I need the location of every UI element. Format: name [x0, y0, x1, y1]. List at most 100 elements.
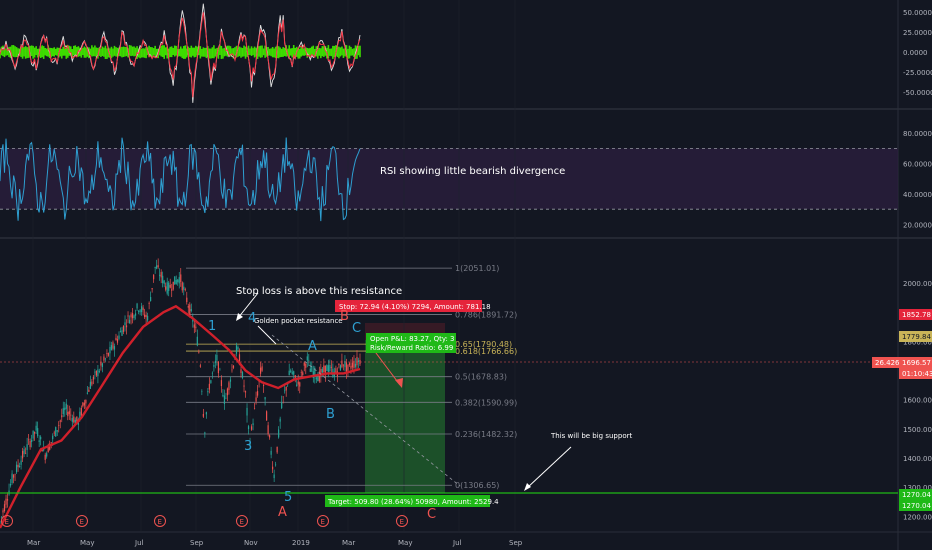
candle-body	[213, 364, 215, 367]
candle-body	[321, 368, 323, 373]
candle-body	[44, 454, 46, 460]
candle-body	[303, 362, 305, 366]
y-tick-label: 20.0000	[903, 221, 932, 229]
candle-body	[50, 442, 52, 443]
y-tick-label: 40.0000	[903, 191, 932, 199]
timer-text: 01:10:43	[902, 370, 932, 378]
candle-body	[97, 369, 99, 377]
candle-body	[154, 266, 156, 269]
wave-label: 5	[284, 490, 292, 505]
candle-body	[83, 402, 85, 406]
candle-body	[357, 360, 360, 362]
candle-body	[55, 427, 57, 437]
candle-body	[345, 362, 348, 373]
candle-body	[281, 402, 283, 409]
candle-body	[317, 377, 319, 382]
candle-body	[25, 452, 27, 454]
x-tick-label: Mar	[342, 539, 355, 547]
profit-zone[interactable]	[365, 340, 445, 493]
candle-body	[73, 416, 75, 423]
candle-body	[65, 403, 67, 409]
candle-body	[253, 408, 256, 409]
candle-body	[85, 399, 87, 404]
y-tick-label: 1600.00	[903, 397, 932, 405]
candle-body	[232, 365, 235, 368]
candle-body	[223, 395, 226, 405]
candle-body	[92, 376, 94, 380]
earnings-marker-label: E	[321, 518, 325, 526]
candle-body	[71, 418, 73, 422]
stop-price-text: 1852.78	[902, 311, 931, 319]
candle-body	[98, 371, 101, 373]
candle-body	[29, 440, 31, 448]
candle-body	[118, 335, 120, 339]
candle-body	[190, 309, 192, 311]
candle-body	[21, 451, 24, 459]
candle-body	[116, 339, 119, 343]
candle-body	[59, 420, 61, 422]
candle-body	[240, 369, 242, 373]
candle-body	[12, 475, 15, 478]
candle-body	[20, 460, 22, 465]
candle-body	[89, 381, 91, 389]
candle-body	[309, 368, 311, 372]
x-tick-label: 2019	[292, 539, 310, 547]
earnings-marker-label: E	[158, 518, 162, 526]
candle-body	[131, 312, 134, 319]
current-price-text: 1696.57	[902, 359, 931, 367]
candle-body	[103, 356, 105, 361]
candle-body	[231, 369, 233, 371]
candle-body	[11, 473, 13, 484]
candle-body	[259, 367, 262, 374]
candle-body	[15, 464, 18, 473]
candle-body	[266, 411, 268, 421]
candle-body	[171, 289, 173, 291]
candle-body	[101, 363, 104, 368]
candle-body	[196, 336, 198, 346]
candle-body	[284, 390, 286, 392]
y-tick-label: 1500.00	[903, 426, 932, 434]
support-note: This will be big support	[550, 432, 632, 440]
candle-body	[144, 314, 146, 318]
candle-body	[100, 362, 102, 366]
stop-loss-note: Stop loss is above this resistance	[236, 286, 402, 297]
y-tick-label: 60.0000	[903, 161, 932, 169]
candle-body	[293, 371, 295, 375]
candle-body	[184, 289, 186, 291]
candle-body	[177, 279, 179, 283]
x-tick-label: Jul	[452, 539, 462, 547]
candle-body	[127, 315, 129, 317]
fib-level-label: 1(2051.01)	[455, 264, 499, 273]
current-price-prefix: 26.426	[875, 359, 900, 367]
candle-body	[229, 379, 232, 382]
candle-body	[128, 319, 131, 324]
candle-body	[119, 331, 122, 332]
candle-body	[106, 353, 108, 355]
earnings-marker-label: E	[240, 518, 244, 526]
candle-body	[61, 415, 63, 418]
candle-body	[205, 412, 207, 415]
candle-body	[261, 366, 263, 371]
candle-body	[175, 279, 177, 284]
candle-body	[201, 391, 203, 392]
candle-body	[305, 363, 307, 368]
candle-body	[0, 516, 3, 518]
candle-body	[124, 322, 126, 326]
chart-canvas[interactable]: 50.0000 25.0000 0.0000 -25.0000 -50.0000 80.…	[0, 0, 932, 550]
candle-body	[323, 365, 325, 373]
candle-body	[82, 402, 84, 407]
candle-body	[162, 275, 164, 284]
candle-body	[181, 282, 183, 291]
candle-body	[290, 370, 292, 372]
rsi-band	[0, 148, 898, 210]
x-tick-label: Mar	[27, 539, 40, 547]
candle-body	[354, 363, 357, 367]
candle-body	[23, 449, 25, 454]
candle-body	[125, 325, 128, 328]
wave-label: C	[352, 321, 361, 336]
stop-box-text: Stop: 72.94 (4.10%) 7294, Amount: 781.18	[339, 303, 491, 311]
target-box-text: Target: 509.80 (28.64%) 50980, Amount: 2…	[327, 498, 499, 506]
fib-level-label: 0.236(1482.32)	[455, 430, 517, 439]
golden-pocket-note: Golden pocket resistance	[254, 317, 343, 325]
candle-body	[31, 439, 33, 443]
